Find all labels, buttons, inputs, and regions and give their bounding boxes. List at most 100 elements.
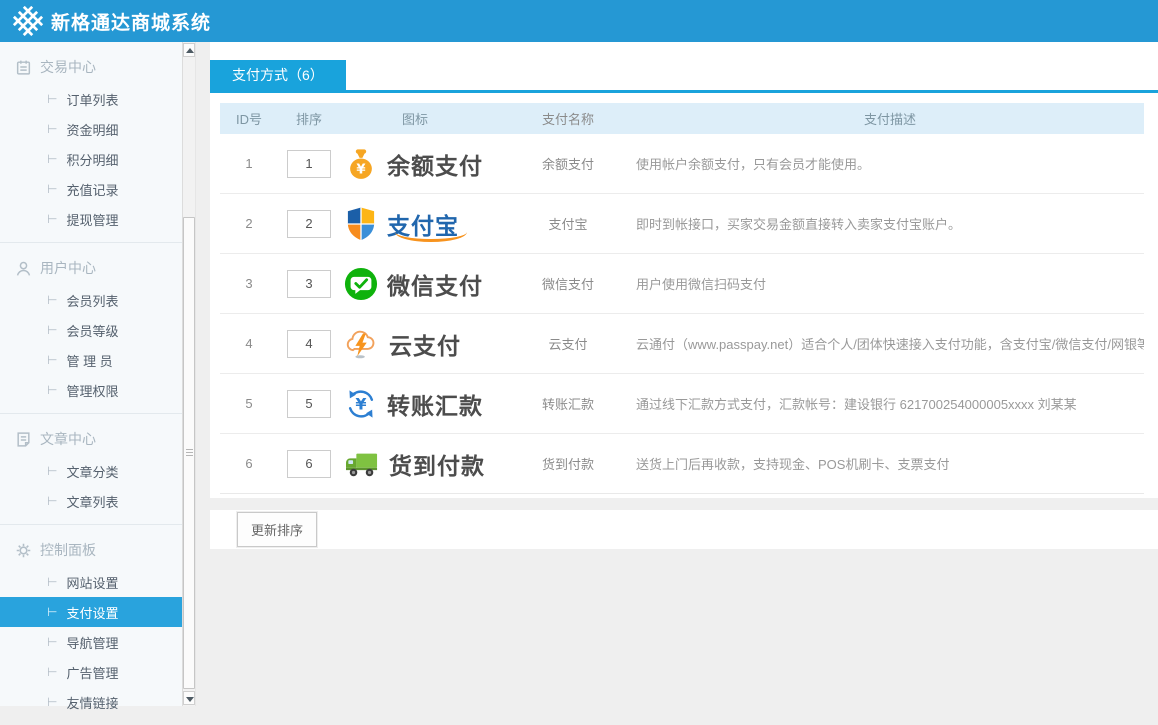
- admin-app: 新格通达商城系统 交易中心 ⊢订单列表 ⊢资金明细 ⊢积分明细 ⊢充值: [0, 0, 1158, 706]
- sort-input[interactable]: [287, 390, 331, 418]
- sidebar-item-article-list[interactable]: ⊢文章列表: [0, 486, 182, 516]
- money-bag-icon: ¥: [344, 147, 378, 181]
- user-icon: [15, 260, 32, 277]
- app-title: 新格通达商城系统: [51, 8, 211, 35]
- payment-logo-text: 转账汇款: [387, 387, 483, 421]
- panel-gap: [210, 498, 1158, 510]
- col-header-sort: 排序: [278, 109, 340, 128]
- payment-table: ID号 排序 图标 支付名称 支付描述 1: [220, 103, 1144, 494]
- col-header-desc: 支付描述: [618, 109, 1144, 128]
- delivery-truck-icon: [344, 448, 380, 480]
- sidebar-item-nav-manage[interactable]: ⊢导航管理: [0, 627, 182, 657]
- payment-logo-text: 余额支付: [387, 147, 483, 181]
- col-header-name: 支付名称: [518, 109, 618, 128]
- id-cell: 1: [220, 156, 278, 171]
- id-cell: 3: [220, 276, 278, 291]
- payment-name: 支付宝: [518, 214, 618, 233]
- wechat-pay-icon: [344, 267, 378, 301]
- tab-payment-methods[interactable]: 支付方式（6）: [210, 60, 346, 90]
- section-label: 用户中心: [40, 258, 96, 278]
- payment-logo-text: 货到付款: [389, 447, 485, 481]
- svg-text:¥: ¥: [356, 162, 366, 177]
- sidebar-item-withdraw-manage[interactable]: ⊢提现管理: [0, 204, 182, 234]
- payment-name: 转账汇款: [518, 394, 618, 413]
- table-header-row: ID号 排序 图标 支付名称 支付描述: [220, 103, 1144, 134]
- payment-name: 云支付: [518, 334, 618, 353]
- section-label: 文章中心: [40, 429, 96, 449]
- update-sort-button[interactable]: 更新排序: [237, 512, 317, 547]
- item-prefix: ⊢: [47, 92, 57, 106]
- sidebar-item-member-level[interactable]: ⊢会员等级: [0, 315, 182, 345]
- payment-logo: ¥ 余额支付: [340, 147, 518, 181]
- payment-logo-text: 云支付: [389, 327, 461, 361]
- section-header-control[interactable]: 控制面板: [0, 533, 182, 567]
- col-header-icon: 图标: [340, 109, 518, 128]
- section-label: 交易中心: [40, 57, 96, 77]
- payment-desc: 送货上门后再收款，支持现金、POS机刷卡、支票支付: [618, 454, 1144, 473]
- alipay-shield-icon: [344, 206, 378, 242]
- transfer-yuan-icon: ¥: [344, 387, 378, 421]
- sidebar-item-friend-links[interactable]: ⊢友情链接: [0, 687, 182, 717]
- scroll-up-arrow-icon[interactable]: [183, 43, 195, 57]
- sort-input[interactable]: [287, 210, 331, 238]
- tab-underline: [210, 90, 1158, 93]
- sidebar-item-payment-settings[interactable]: ⊢支付设置: [0, 597, 182, 627]
- id-cell: 2: [220, 216, 278, 231]
- document-icon: [15, 431, 32, 448]
- sidebar-section-article: 文章中心 ⊢文章分类 ⊢文章列表: [0, 414, 182, 525]
- table-row: 5 ¥ 转账汇款 转账汇款: [220, 374, 1144, 434]
- payment-name: 余额支付: [518, 154, 618, 173]
- section-header-user[interactable]: 用户中心: [0, 251, 182, 285]
- payment-desc: 通过线下汇款方式支付，汇款帐号：建设银行 621700254000005xxxx…: [618, 394, 1144, 413]
- sidebar-item-recharge-records[interactable]: ⊢充值记录: [0, 174, 182, 204]
- table-row: 3 微信支付 微信支付 用户使用微信扫码支付: [220, 254, 1144, 314]
- svg-text:¥: ¥: [355, 394, 366, 413]
- sidebar-item-order-list[interactable]: ⊢订单列表: [0, 84, 182, 114]
- sidebar-item-points-detail[interactable]: ⊢积分明细: [0, 144, 182, 174]
- payment-logo: 微信支付: [340, 267, 518, 301]
- sidebar-item-ad-manage[interactable]: ⊢广告管理: [0, 657, 182, 687]
- payment-name: 货到付款: [518, 454, 618, 473]
- payment-desc: 用户使用微信扫码支付: [618, 274, 1144, 293]
- id-cell: 6: [220, 456, 278, 471]
- payment-logo: 支付宝: [340, 206, 518, 242]
- sidebar: 交易中心 ⊢订单列表 ⊢资金明细 ⊢积分明细 ⊢充值记录 ⊢提现管理 用户中心: [0, 42, 196, 706]
- sidebar-section-control: 控制面板 ⊢网站设置 ⊢支付设置 ⊢导航管理 ⊢广告管理 ⊢友情链接: [0, 525, 182, 725]
- table-row: 2: [220, 194, 1144, 254]
- clipboard-icon: [15, 59, 32, 76]
- section-header-article[interactable]: 文章中心: [0, 422, 182, 456]
- sidebar-item-member-list[interactable]: ⊢会员列表: [0, 285, 182, 315]
- payment-logo-text: 支付宝: [387, 207, 459, 241]
- section-label: 控制面板: [40, 540, 96, 560]
- sidebar-item-administrators[interactable]: ⊢管 理 员: [0, 345, 182, 375]
- main-content: 支付方式（6） ID号 排序 图标 支付名称 支付描述 1: [210, 42, 1158, 706]
- payment-desc: 云通付（www.passpay.net）适合个人/团体快速接入支付功能，含支付宝…: [618, 334, 1144, 353]
- id-cell: 5: [220, 396, 278, 411]
- scroll-down-arrow-icon[interactable]: [183, 691, 195, 705]
- table-row: 1 ¥ 余额支付 余额支付 使用帐户余额支付，只有会: [220, 134, 1144, 194]
- sidebar-section-user: 用户中心 ⊢会员列表 ⊢会员等级 ⊢管 理 员 ⊢管理权限: [0, 243, 182, 414]
- sort-input[interactable]: [287, 270, 331, 298]
- payment-logo: 云支付: [340, 327, 518, 361]
- table-row: 4 云支付 云支付 云通付（www.passpay.net）适合个人/团体快速接…: [220, 314, 1144, 374]
- section-header-trade[interactable]: 交易中心: [0, 50, 182, 84]
- sidebar-scrollbar[interactable]: [182, 42, 196, 706]
- scrollbar-thumb[interactable]: [183, 217, 195, 689]
- sidebar-nav: 交易中心 ⊢订单列表 ⊢资金明细 ⊢积分明细 ⊢充值记录 ⊢提现管理 用户中心: [0, 42, 182, 725]
- gear-icon: [15, 542, 32, 559]
- payment-desc: 使用帐户余额支付，只有会员才能使用。: [618, 154, 1144, 173]
- sidebar-item-admin-permissions[interactable]: ⊢管理权限: [0, 375, 182, 405]
- payment-logo-text: 微信支付: [387, 267, 483, 301]
- cloud-lightning-icon: [344, 327, 380, 361]
- sidebar-item-fund-detail[interactable]: ⊢资金明细: [0, 114, 182, 144]
- sort-input[interactable]: [287, 330, 331, 358]
- sort-input[interactable]: [287, 150, 331, 178]
- sidebar-item-article-category[interactable]: ⊢文章分类: [0, 456, 182, 486]
- sort-input[interactable]: [287, 450, 331, 478]
- sidebar-item-site-settings[interactable]: ⊢网站设置: [0, 567, 182, 597]
- payment-name: 微信支付: [518, 274, 618, 293]
- payment-logo: 货到付款: [340, 447, 518, 481]
- sidebar-section-trade: 交易中心 ⊢订单列表 ⊢资金明细 ⊢积分明细 ⊢充值记录 ⊢提现管理: [0, 42, 182, 243]
- col-header-id: ID号: [220, 109, 278, 128]
- table-row: 6 货到付款: [220, 434, 1144, 494]
